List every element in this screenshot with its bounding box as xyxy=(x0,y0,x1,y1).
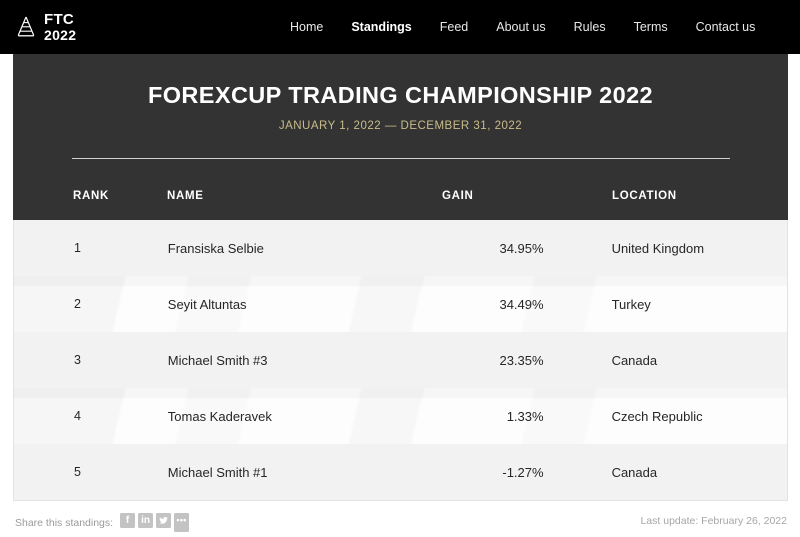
table-row[interactable]: 3 Michael Smith #3 23.35% Canada xyxy=(14,332,787,388)
brand-logo[interactable]: FTC 2022 xyxy=(15,12,76,42)
standings-page: FTC 2022 Home Standings Feed About us Ru… xyxy=(0,0,800,537)
share-section: Share this standings: f in ••• xyxy=(15,513,190,532)
facebook-share-button[interactable]: f xyxy=(120,513,136,528)
cell-location: Czech Republic xyxy=(611,408,703,424)
brand-line-1: FTC xyxy=(44,11,75,29)
page-footer: Share this standings: f in ••• Last upda… xyxy=(0,508,800,537)
brand-text: FTC 2022 xyxy=(44,12,76,42)
cell-name: Tomas Kaderavek xyxy=(167,408,272,424)
nav-item-home[interactable]: Home xyxy=(290,20,323,34)
cell-rank: 5 xyxy=(74,465,81,479)
nav-item-feed[interactable]: Feed xyxy=(440,20,469,34)
column-header-location[interactable]: LOCATION xyxy=(573,190,788,202)
table-row[interactable]: 1 Fransiska Selbie 34.95% United Kingdom xyxy=(14,220,787,276)
nav-item-standings[interactable]: Standings xyxy=(351,20,411,34)
page-subtitle: JANUARY 1, 2022 — DECEMBER 31, 2022 xyxy=(278,120,523,132)
cell-gain: -1.27% xyxy=(502,464,544,480)
cell-rank: 4 xyxy=(74,409,81,423)
linkedin-share-button[interactable]: in xyxy=(138,513,154,528)
cell-location: Canada xyxy=(611,352,658,368)
table-row[interactable]: 4 Tomas Kaderavek 1.33% Czech Republic xyxy=(14,388,787,444)
cell-rank: 2 xyxy=(74,297,81,311)
twitter-share-button[interactable] xyxy=(156,513,172,528)
cell-rank: 3 xyxy=(74,353,81,367)
cell-location: Canada xyxy=(611,464,658,480)
cell-location: United Kingdom xyxy=(611,240,705,256)
standings-hero-panel: FOREXCUP TRADING CHAMPIONSHIP 2022 JANUA… xyxy=(13,54,788,220)
hero-divider xyxy=(72,158,730,159)
nav-links: Home Standings Feed About us Rules Terms… xyxy=(290,0,755,54)
column-header-rank[interactable]: RANK xyxy=(13,190,143,202)
cell-gain: 1.33% xyxy=(506,408,544,424)
standings-table-body: 1 Fransiska Selbie 34.95% United Kingdom… xyxy=(13,220,788,501)
cell-name: Fransiska Selbie xyxy=(167,240,264,256)
nav-item-about-us[interactable]: About us xyxy=(496,20,545,34)
table-header-row: RANK NAME GAIN LOCATION xyxy=(13,172,788,220)
last-update-label: Last update: February 26, 2022 xyxy=(640,515,787,527)
nav-item-rules[interactable]: Rules xyxy=(574,20,606,34)
share-label: Share this standings: xyxy=(15,516,114,529)
nav-item-terms[interactable]: Terms xyxy=(634,20,668,34)
column-header-name[interactable]: NAME xyxy=(143,190,428,202)
cell-name: Michael Smith #1 xyxy=(167,464,268,480)
cell-location: Turkey xyxy=(611,296,651,312)
more-share-button[interactable]: ••• xyxy=(174,513,190,532)
column-header-gain[interactable]: GAIN xyxy=(428,190,573,202)
cell-gain: 34.95% xyxy=(499,240,544,256)
cell-name: Seyit Altuntas xyxy=(167,296,247,312)
cell-gain: 34.49% xyxy=(499,296,544,312)
nav-item-contact-us[interactable]: Contact us xyxy=(696,20,756,34)
pyramid-icon xyxy=(15,15,37,39)
brand-line-2: 2022 xyxy=(44,26,77,43)
page-title: FOREXCUP TRADING CHAMPIONSHIP 2022 xyxy=(147,82,654,108)
cell-gain: 23.35% xyxy=(499,352,544,368)
share-buttons: f in ••• xyxy=(120,513,190,532)
cell-name: Michael Smith #3 xyxy=(167,352,268,368)
cell-rank: 1 xyxy=(74,241,81,255)
top-navigation-bar: FTC 2022 Home Standings Feed About us Ru… xyxy=(0,0,800,54)
table-row[interactable]: 2 Seyit Altuntas 34.49% Turkey xyxy=(14,276,787,332)
table-row[interactable]: 5 Michael Smith #1 -1.27% Canada xyxy=(14,444,787,500)
